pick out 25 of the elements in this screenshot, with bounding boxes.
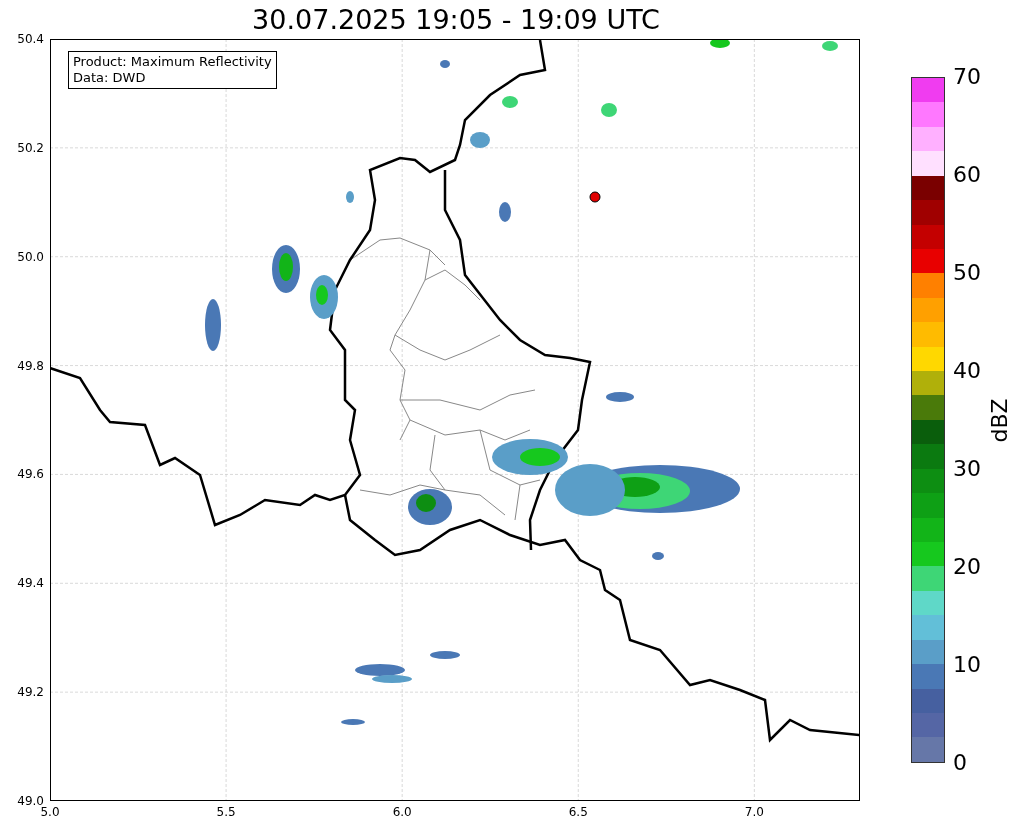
legend-text: Data: DWD bbox=[73, 70, 147, 86]
colorbar-tick-label: 0 bbox=[953, 752, 967, 774]
y-tick-label: 50.2 bbox=[17, 140, 44, 155]
x-tick-label: 5.5 bbox=[216, 805, 236, 819]
x-tick-label: 5.0 bbox=[40, 805, 60, 819]
x-tick-label: 6.0 bbox=[392, 805, 412, 819]
y-tick-label: 50.0 bbox=[17, 249, 44, 264]
y-tick-label: 49.2 bbox=[17, 685, 44, 700]
y-tick-label: 50.4 bbox=[17, 32, 44, 46]
colorbar-tick-label: 20 bbox=[953, 556, 981, 578]
y-tick-label: 49.4 bbox=[17, 576, 44, 591]
x-tick-label: 6.5 bbox=[568, 805, 588, 819]
colorbar-tick-label: 40 bbox=[953, 360, 981, 382]
y-tick-label: 49.6 bbox=[17, 467, 44, 482]
colorbar-tick-label: 70 bbox=[953, 66, 981, 88]
legend-text: Product: Maximum Reflectivity bbox=[73, 54, 272, 70]
colorbar-tick-label: 30 bbox=[953, 458, 981, 480]
y-tick-label: 49.0 bbox=[17, 794, 44, 808]
chart-title: 30.07.2025 19:05 - 19:09 UTC bbox=[252, 6, 660, 33]
colorbar-label: dBZ bbox=[986, 397, 1012, 443]
x-tick-label: 7.0 bbox=[744, 805, 764, 819]
colorbar-tick-label: 60 bbox=[953, 164, 981, 186]
colorbar-tick-label: 50 bbox=[953, 262, 981, 284]
y-tick-label: 49.8 bbox=[17, 358, 44, 373]
colorbar-tick-label: 10 bbox=[953, 654, 981, 676]
